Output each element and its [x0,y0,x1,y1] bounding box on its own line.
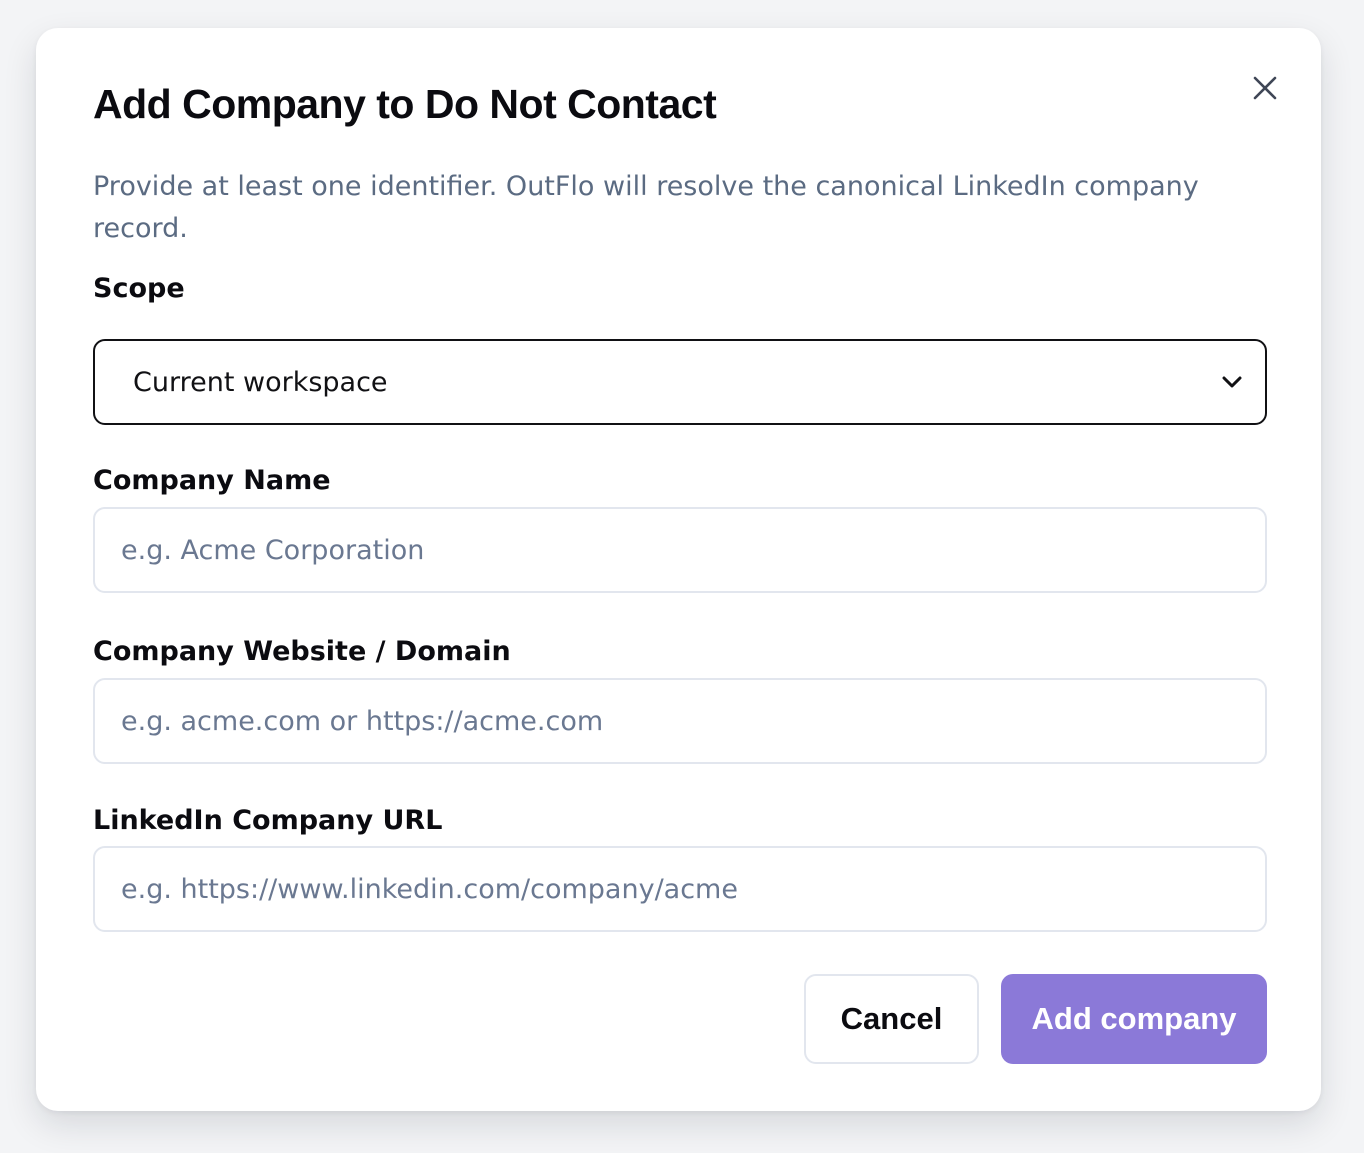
scope-label: Scope [93,273,185,304]
close-icon [1253,76,1277,100]
dialog-description: Provide at least one identifier. OutFlo … [93,171,1199,244]
cancel-button[interactable]: Cancel [804,974,979,1064]
linkedin-url-input[interactable] [95,848,1265,930]
close-button[interactable] [1245,68,1285,108]
company-name-field [93,507,1267,593]
company-name-label: Company Name [93,465,331,496]
dialog-title: Add Company to Do Not Contact [93,81,717,127]
linkedin-url-label: LinkedIn Company URL [93,805,443,836]
company-name-input[interactable] [95,509,1265,591]
chevron-down-icon [1222,376,1242,388]
scope-selected-value: Current workspace [133,366,388,398]
company-website-label: Company Website / Domain [93,636,511,667]
add-company-dialog: Add Company to Do Not Contact Provide at… [36,28,1321,1111]
company-website-input[interactable] [95,680,1265,762]
add-company-button[interactable]: Add company [1001,974,1267,1064]
scope-select[interactable]: Current workspace [93,339,1267,425]
company-website-field [93,678,1267,764]
linkedin-url-field [93,846,1267,932]
